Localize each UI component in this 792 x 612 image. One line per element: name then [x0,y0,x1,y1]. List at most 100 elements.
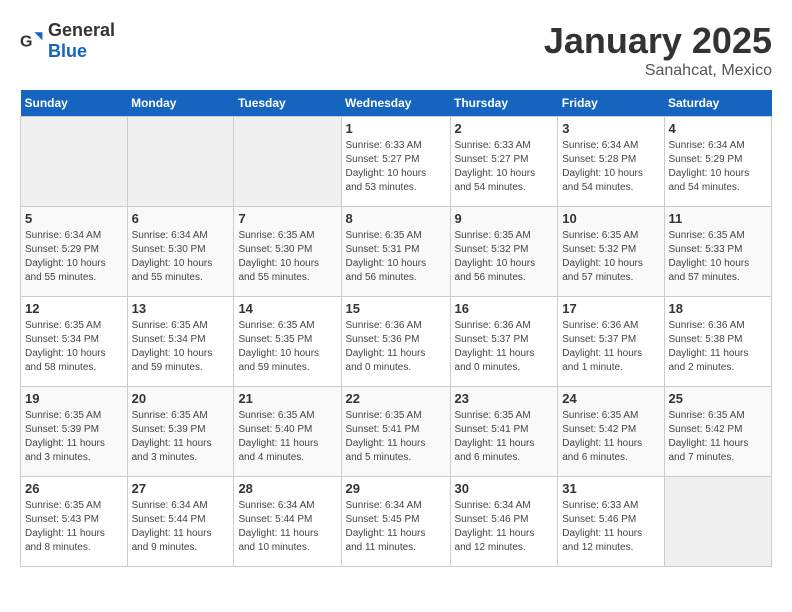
calendar-cell: 13Sunrise: 6:35 AM Sunset: 5:34 PM Dayli… [127,297,234,387]
day-info: Sunrise: 6:35 AM Sunset: 5:41 PM Dayligh… [455,409,554,465]
day-info: Sunrise: 6:35 AM Sunset: 5:34 PM Dayligh… [25,319,123,375]
calendar-cell [234,117,341,207]
week-row-4: 19 Sunrise: 6:35 AM Sunset: 5:39 PM Dayli… [21,387,772,477]
calendar-cell: 2Sunrise: 6:33 AM Sunset: 5:27 PM Daylig… [450,117,558,207]
svg-text:G: G [20,34,32,51]
day-number: 27 [132,481,230,496]
day-number: 29 [346,481,446,496]
calendar-cell: 16 Sunrise: 6:36 AM Sunset: 5:37 PM Dayli… [450,297,558,387]
calendar-cell: 18 Sunrise: 6:36 AM Sunset: 5:38 PM Dayli… [664,297,772,387]
day-number: 9 [455,211,554,226]
calendar-cell: 23 Sunrise: 6:35 AM Sunset: 5:41 PM Dayli… [450,387,558,477]
header: G General Blue January 2025 Sanahcat, Me… [20,20,772,80]
day-number: 20 [132,391,230,406]
day-info: Sunrise: 6:33 AM Sunset: 5:27 PM Dayligh… [346,139,446,195]
day-number: 28 [238,481,336,496]
day-info: Sunrise: 6:35 AM Sunset: 5:39 PM Dayligh… [132,409,230,465]
calendar-cell: 27 Sunrise: 6:34 AM Sunset: 5:44 PM Dayli… [127,477,234,567]
day-number: 15 [346,301,446,316]
day-info: Sunrise: 6:35 AM Sunset: 5:42 PM Dayligh… [562,409,659,465]
day-number: 8 [346,211,446,226]
calendar-cell: 12Sunrise: 6:35 AM Sunset: 5:34 PM Dayli… [21,297,128,387]
day-info: Sunrise: 6:34 AM Sunset: 5:44 PM Dayligh… [238,499,336,555]
day-info: Sunrise: 6:35 AM Sunset: 5:35 PM Dayligh… [238,319,336,375]
day-number: 30 [455,481,554,496]
day-info: Sunrise: 6:34 AM Sunset: 5:45 PM Dayligh… [346,499,446,555]
calendar-subtitle: Sanahcat, Mexico [544,62,772,80]
calendar-cell: 1 Sunrise: 6:33 AM Sunset: 5:27 PM Daylig… [341,117,450,207]
day-info: Sunrise: 6:36 AM Sunset: 5:37 PM Dayligh… [455,319,554,375]
day-number: 22 [346,391,446,406]
calendar-cell: 3 Sunrise: 6:34 AM Sunset: 5:28 PM Daylig… [558,117,664,207]
day-info: Sunrise: 6:35 AM Sunset: 5:43 PM Dayligh… [25,499,123,555]
calendar-cell: 19 Sunrise: 6:35 AM Sunset: 5:39 PM Dayli… [21,387,128,477]
day-info: Sunrise: 6:33 AM Sunset: 5:46 PM Dayligh… [562,499,659,555]
day-info: Sunrise: 6:35 AM Sunset: 5:31 PM Dayligh… [346,229,446,285]
day-number: 24 [562,391,659,406]
calendar-table: SundayMondayTuesdayWednesdayThursdayFrid… [20,90,772,567]
day-info: Sunrise: 6:36 AM Sunset: 5:37 PM Dayligh… [562,319,659,375]
title-area: January 2025 Sanahcat, Mexico [544,20,772,80]
day-info: Sunrise: 6:34 AM Sunset: 5:29 PM Dayligh… [25,229,123,285]
calendar-cell: 22Sunrise: 6:35 AM Sunset: 5:41 PM Dayli… [341,387,450,477]
calendar-cell: 15 Sunrise: 6:36 AM Sunset: 5:36 PM Dayli… [341,297,450,387]
day-number: 3 [562,121,659,136]
day-info: Sunrise: 6:35 AM Sunset: 5:40 PM Dayligh… [238,409,336,465]
week-row-2: 5Sunrise: 6:34 AM Sunset: 5:29 PM Daylig… [21,207,772,297]
day-number: 21 [238,391,336,406]
calendar-cell [21,117,128,207]
calendar-cell: 11Sunrise: 6:35 AM Sunset: 5:33 PM Dayli… [664,207,772,297]
day-number: 11 [669,211,768,226]
week-row-5: 26 Sunrise: 6:35 AM Sunset: 5:43 PM Dayli… [21,477,772,567]
day-number: 25 [669,391,768,406]
calendar-cell: 17Sunrise: 6:36 AM Sunset: 5:37 PM Dayli… [558,297,664,387]
day-number: 26 [25,481,123,496]
day-number: 2 [455,121,554,136]
logo-icon: G [20,29,44,53]
day-info: Sunrise: 6:34 AM Sunset: 5:30 PM Dayligh… [132,229,230,285]
day-info: Sunrise: 6:35 AM Sunset: 5:42 PM Dayligh… [669,409,768,465]
calendar-cell: 5Sunrise: 6:34 AM Sunset: 5:29 PM Daylig… [21,207,128,297]
day-info: Sunrise: 6:35 AM Sunset: 5:32 PM Dayligh… [455,229,554,285]
calendar-cell: 4 Sunrise: 6:34 AM Sunset: 5:29 PM Daylig… [664,117,772,207]
day-info: Sunrise: 6:35 AM Sunset: 5:30 PM Dayligh… [238,229,336,285]
day-header-sunday: Sunday [21,90,128,117]
calendar-cell: 14Sunrise: 6:35 AM Sunset: 5:35 PM Dayli… [234,297,341,387]
calendar-title: January 2025 [544,20,772,62]
day-info: Sunrise: 6:35 AM Sunset: 5:39 PM Dayligh… [25,409,123,465]
day-info: Sunrise: 6:36 AM Sunset: 5:38 PM Dayligh… [669,319,768,375]
calendar-cell: 28 Sunrise: 6:34 AM Sunset: 5:44 PM Dayli… [234,477,341,567]
day-info: Sunrise: 6:34 AM Sunset: 5:46 PM Dayligh… [455,499,554,555]
logo-text-blue: Blue [48,41,87,61]
calendar-cell [127,117,234,207]
day-number: 16 [455,301,554,316]
day-number: 18 [669,301,768,316]
calendar-cell [664,477,772,567]
day-number: 31 [562,481,659,496]
day-info: Sunrise: 6:36 AM Sunset: 5:36 PM Dayligh… [346,319,446,375]
day-info: Sunrise: 6:34 AM Sunset: 5:29 PM Dayligh… [669,139,768,195]
day-number: 1 [346,121,446,136]
day-number: 7 [238,211,336,226]
calendar-cell: 7 Sunrise: 6:35 AM Sunset: 5:30 PM Daylig… [234,207,341,297]
week-row-1: 1 Sunrise: 6:33 AM Sunset: 5:27 PM Daylig… [21,117,772,207]
calendar-cell: 24 Sunrise: 6:35 AM Sunset: 5:42 PM Dayli… [558,387,664,477]
day-number: 4 [669,121,768,136]
calendar-cell: 29 Sunrise: 6:34 AM Sunset: 5:45 PM Dayli… [341,477,450,567]
day-number: 23 [455,391,554,406]
day-header-tuesday: Tuesday [234,90,341,117]
logo: G General Blue [20,20,115,62]
calendar-cell: 31 Sunrise: 6:33 AM Sunset: 5:46 PM Dayli… [558,477,664,567]
calendar-cell: 21 Sunrise: 6:35 AM Sunset: 5:40 PM Dayli… [234,387,341,477]
day-number: 10 [562,211,659,226]
calendar-cell: 26 Sunrise: 6:35 AM Sunset: 5:43 PM Dayli… [21,477,128,567]
day-header-monday: Monday [127,90,234,117]
day-info: Sunrise: 6:35 AM Sunset: 5:32 PM Dayligh… [562,229,659,285]
day-info: Sunrise: 6:34 AM Sunset: 5:44 PM Dayligh… [132,499,230,555]
day-info: Sunrise: 6:35 AM Sunset: 5:34 PM Dayligh… [132,319,230,375]
day-number: 19 [25,391,123,406]
day-header-saturday: Saturday [664,90,772,117]
calendar-cell: 9 Sunrise: 6:35 AM Sunset: 5:32 PM Daylig… [450,207,558,297]
day-info: Sunrise: 6:34 AM Sunset: 5:28 PM Dayligh… [562,139,659,195]
calendar-cell: 10 Sunrise: 6:35 AM Sunset: 5:32 PM Dayli… [558,207,664,297]
